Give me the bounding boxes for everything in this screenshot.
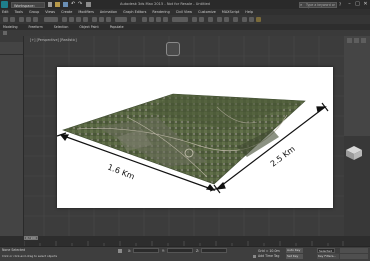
redo-icon[interactable] bbox=[10, 17, 15, 22]
reference-coordinate-icon[interactable] bbox=[115, 17, 127, 22]
close-button[interactable]: ✕ bbox=[362, 1, 369, 8]
create-tab-icon[interactable] bbox=[347, 38, 352, 43]
window-title: Autodesk 3ds Max 2015 - Not for Resale -… bbox=[120, 2, 210, 6]
selected-dropdown[interactable]: Selected bbox=[317, 248, 335, 253]
angle-snap-icon[interactable] bbox=[149, 17, 154, 22]
selection-filter-icon[interactable] bbox=[44, 17, 58, 22]
add-time-tag[interactable]: Add Time Tag bbox=[258, 254, 279, 258]
named-selection-sets-icon[interactable] bbox=[172, 17, 188, 22]
link-icon[interactable] bbox=[19, 17, 24, 22]
undo-icon[interactable] bbox=[3, 17, 8, 22]
title-bar: Workspace: Default ↶ ↷ Autodesk 3ds Max … bbox=[0, 0, 370, 14]
rendered-image-sheet: 1.6 Km 2.5 Km bbox=[57, 67, 333, 208]
window-crossing-icon[interactable] bbox=[83, 17, 88, 22]
unlink-icon[interactable] bbox=[26, 17, 31, 22]
scale-icon[interactable] bbox=[106, 17, 111, 22]
lock-selection-icon[interactable] bbox=[118, 249, 122, 253]
rotate-icon[interactable] bbox=[99, 17, 104, 22]
selection-region-icon[interactable] bbox=[76, 17, 81, 22]
project-folder-icon[interactable] bbox=[86, 2, 91, 7]
bind-space-warp-icon[interactable] bbox=[33, 17, 38, 22]
open-file-icon[interactable] bbox=[55, 2, 60, 7]
render-production-icon[interactable] bbox=[256, 17, 261, 22]
undo-icon[interactable]: ↶ bbox=[71, 2, 76, 7]
grid-size: Grid = 10.0m bbox=[258, 248, 280, 253]
coord-z-field[interactable] bbox=[201, 248, 227, 253]
navigation-controls[interactable] bbox=[340, 254, 368, 259]
rendered-frame-window-icon[interactable] bbox=[249, 17, 254, 22]
key-filters-button[interactable]: Key Filters... bbox=[317, 254, 339, 259]
add-time-tag-icon[interactable] bbox=[253, 254, 256, 258]
timeline[interactable]: 0 / 100 bbox=[0, 236, 370, 246]
auto-key-button[interactable]: Auto Key bbox=[286, 248, 303, 253]
hierarchy-tab-icon[interactable] bbox=[361, 38, 366, 43]
new-file-icon[interactable] bbox=[48, 2, 52, 7]
coord-x-label: X: bbox=[128, 248, 132, 253]
move-icon[interactable] bbox=[92, 17, 97, 22]
help-icon[interactable]: ? bbox=[339, 2, 341, 7]
snap-toggle-icon[interactable] bbox=[142, 17, 147, 22]
status-bar: None Selected Click or click-and-drag to… bbox=[0, 246, 370, 261]
viewcube-panel bbox=[344, 136, 370, 236]
width-label: 1.6 Km bbox=[106, 163, 136, 182]
save-icon[interactable] bbox=[63, 2, 68, 7]
percent-snap-icon[interactable] bbox=[156, 17, 161, 22]
schematic-view-icon[interactable] bbox=[224, 17, 229, 22]
playback-controls[interactable] bbox=[340, 248, 368, 253]
app-logo-icon[interactable] bbox=[1, 1, 8, 8]
workspace-dropdown[interactable]: Workspace: Default bbox=[11, 1, 45, 14]
ribbon-minimize-icon[interactable] bbox=[3, 31, 7, 35]
quick-access-toolbar: ↶ ↷ bbox=[48, 2, 108, 7]
left-panel bbox=[0, 36, 24, 236]
panel-divider bbox=[0, 54, 23, 55]
search-icon[interactable]: ⌕ bbox=[300, 2, 302, 7]
align-icon[interactable] bbox=[199, 17, 204, 22]
steering-wheel-icon[interactable] bbox=[166, 42, 180, 56]
command-panel bbox=[344, 36, 370, 236]
viewcube-icon[interactable] bbox=[344, 145, 364, 161]
mirror-icon[interactable] bbox=[192, 17, 197, 22]
pivot-center-icon[interactable] bbox=[131, 17, 136, 22]
length-label: 2.5 Km bbox=[269, 144, 297, 168]
prompt-line: Click or click-and-drag to select object… bbox=[2, 254, 58, 258]
material-editor-icon[interactable] bbox=[233, 17, 238, 22]
terrain-map-image: 1.6 Km 2.5 Km bbox=[57, 93, 329, 194]
curve-editor-icon[interactable] bbox=[217, 17, 222, 22]
viewport-label[interactable]: [+] [Perspective] [Realistic] bbox=[30, 38, 77, 42]
coord-y-field[interactable] bbox=[167, 248, 193, 253]
set-key-button[interactable]: Set Key bbox=[286, 254, 303, 259]
render-setup-icon[interactable] bbox=[242, 17, 247, 22]
frame-counter: 0 / 100 bbox=[26, 236, 36, 240]
minimize-button[interactable]: – bbox=[346, 1, 353, 8]
layer-explorer-icon[interactable] bbox=[208, 17, 213, 22]
coord-x-field[interactable] bbox=[133, 248, 159, 253]
modify-tab-icon[interactable] bbox=[354, 38, 359, 43]
maximize-button[interactable]: □ bbox=[354, 1, 361, 8]
search-input[interactable]: Type a keyword or phrase bbox=[299, 1, 337, 12]
redo-icon[interactable]: ↷ bbox=[78, 2, 83, 7]
coord-z-label: Z: bbox=[196, 248, 200, 253]
spinner-snap-icon[interactable] bbox=[163, 17, 168, 22]
coord-y-label: Y: bbox=[162, 248, 165, 253]
select-by-name-icon[interactable] bbox=[69, 17, 74, 22]
selection-status: None Selected bbox=[2, 248, 26, 252]
panel-header bbox=[0, 36, 23, 42]
select-object-icon[interactable] bbox=[62, 17, 67, 22]
